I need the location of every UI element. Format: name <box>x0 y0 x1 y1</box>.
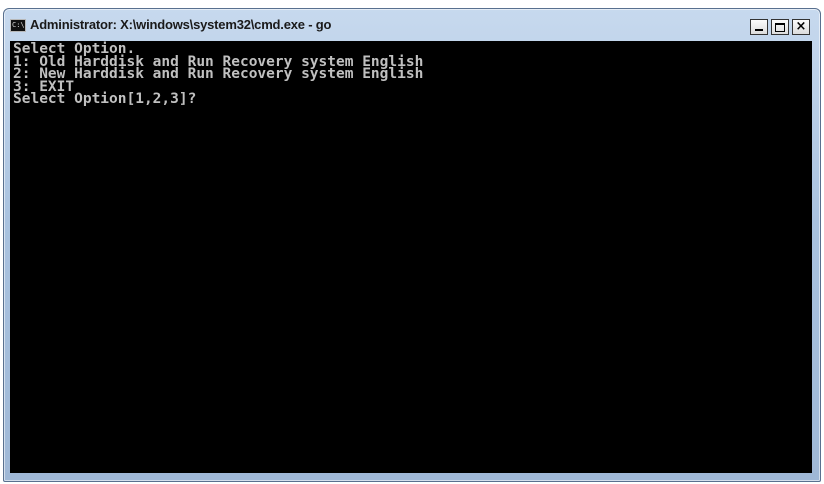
close-button[interactable]: × <box>792 19 810 35</box>
caption-buttons: × <box>750 19 810 35</box>
console-output[interactable]: Select Option. 1: Old Harddisk and Run R… <box>10 41 812 473</box>
console-prompt: Select Option[1,2,3]? <box>13 91 197 107</box>
menu-option-2: 2: New Harddisk and Run Recovery system … <box>13 66 424 82</box>
cmd-window: C:\ Administrator: X:\windows\system32\c… <box>3 8 821 482</box>
maximize-button[interactable] <box>771 19 789 35</box>
cmd-icon[interactable]: C:\ <box>10 19 26 32</box>
title-bar[interactable]: C:\ Administrator: X:\windows\system32\c… <box>4 9 820 39</box>
console-text: Select Option. 1: Old Harddisk and Run R… <box>10 41 812 106</box>
minimize-button[interactable] <box>750 19 768 35</box>
window-title: Administrator: X:\windows\system32\cmd.e… <box>30 17 332 32</box>
